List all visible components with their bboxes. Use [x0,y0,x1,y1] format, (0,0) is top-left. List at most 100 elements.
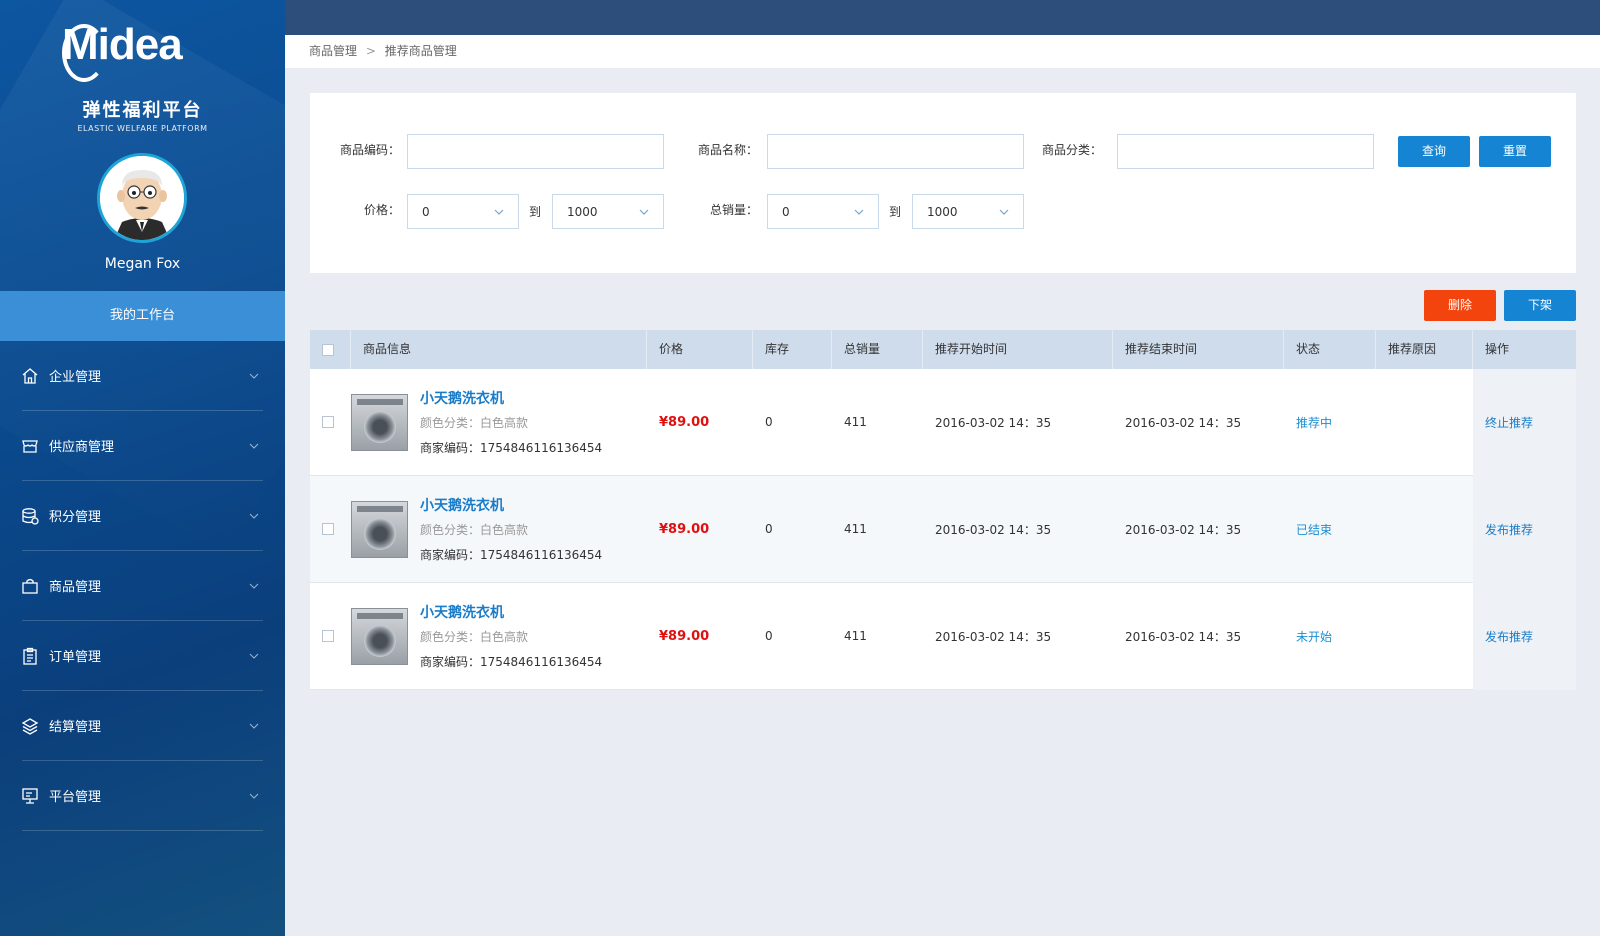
sidebar-item-products[interactable]: 商品管理 [22,551,263,621]
product-code-input[interactable] [407,134,664,169]
end-time-cell: 2016-03-02 14：35 [1125,629,1242,644]
reason-cell [1376,476,1473,583]
sidebar: Midea 弹性福利平台 ELASTIC WELFARE PLATFORM Me… [0,0,285,936]
header-price: 价格 [647,330,753,369]
chevron-down-icon [249,373,259,379]
chevron-down-icon [249,653,259,659]
operation-cell: 发布推荐 [1473,582,1576,690]
product-name-link[interactable]: 小天鹅洗衣机 [420,495,602,515]
start-time-cell: 2016-03-02 14：35 [935,522,1052,537]
sidebar-item-label: 结算管理 [49,720,102,735]
platform-subtitle: ELASTIC WELFARE PLATFORM [77,124,208,133]
stock-cell: 0 [765,522,773,536]
stock-cell: 0 [765,415,773,429]
product-category-input[interactable] [1117,134,1374,169]
chevron-down-icon [494,209,504,215]
row-checkbox-cell [310,369,351,476]
avatar-illustration [100,156,184,240]
reset-button[interactable]: 重置 [1479,136,1551,167]
header-stock: 库存 [753,330,832,369]
platform-name: 弹性福利平台 [82,100,203,121]
publish-recommend-link[interactable]: 发布推荐 [1485,521,1533,538]
product-category-label: 商品分类： [1041,143,1102,157]
price-min-select[interactable]: 0 [407,194,519,229]
header-end-time: 推荐结束时间 [1113,330,1284,369]
chevron-down-icon [249,583,259,589]
sidebar-workbench[interactable]: 我的工作台 [0,291,285,341]
status-badge: 未开始 [1296,629,1333,644]
home-icon [20,366,40,386]
row-checkbox[interactable] [322,416,334,428]
product-info-cell: 小天鹅洗衣机 颜色分类：白色高款 商家编码：1754846116136454 [351,583,647,690]
header-start-time: 推荐开始时间 [923,330,1113,369]
sidebar-item-orders[interactable]: 订单管理 [22,621,263,691]
sales-to-label: 到 [889,205,902,219]
price-cell: ¥89.00 [659,414,710,430]
sales-cell: 411 [844,522,867,536]
product-thumbnail[interactable] [351,500,408,558]
filter-panel: 商品编码： 商品名称： 商品分类： 查询 重置 价格： 0 到 1000 总销量… [310,93,1576,273]
sidebar-item-platform[interactable]: 平台管理 [22,761,263,831]
sales-min-value: 0 [782,204,790,219]
sales-min-select[interactable]: 0 [767,194,879,229]
product-name-link[interactable]: 小天鹅洗衣机 [420,388,602,408]
price-cell: ¥89.00 [659,521,710,537]
row-checkbox[interactable] [322,523,334,535]
publish-recommend-link[interactable]: 发布推荐 [1485,628,1533,645]
reason-cell [1376,583,1473,690]
header-sales: 总销量 [832,330,923,369]
select-all-checkbox[interactable] [322,343,334,356]
chevron-down-icon [854,209,864,215]
sidebar-item-label: 积分管理 [49,510,102,525]
offshelf-button[interactable]: 下架 [1504,290,1576,321]
table-row: 小天鹅洗衣机 颜色分类：白色高款 商家编码：1754846116136454 ¥… [310,475,1576,583]
product-info: 小天鹅洗衣机 颜色分类：白色高款 商家编码：1754846116136454 [420,388,602,456]
breadcrumb-separator: > [365,44,376,58]
header-reason: 推荐原因 [1376,330,1473,369]
chevron-down-icon [999,209,1009,215]
sidebar-item-label: 商品管理 [49,580,102,595]
sidebar-item-enterprise[interactable]: 企业管理 [22,341,263,411]
product-name-input[interactable] [767,134,1024,169]
chevron-down-icon [249,793,259,799]
header-operation: 操作 [1485,342,1510,356]
chevron-down-icon [249,443,259,449]
header-product-info: 商品信息 [351,330,647,369]
product-attribute: 颜色分类：白色高款 [420,416,529,430]
product-info-cell: 小天鹅洗衣机 颜色分类：白色高款 商家编码：1754846116136454 [351,476,647,583]
product-info: 小天鹅洗衣机 颜色分类：白色高款 商家编码：1754846116136454 [420,495,602,563]
breadcrumb-parent[interactable]: 商品管理 [309,44,357,58]
reason-cell [1376,369,1473,476]
product-name-label: 商品名称： [697,143,758,157]
header-checkbox-cell [310,330,351,369]
product-merchant-code: 商家编码：1754846116136454 [420,441,603,455]
price-to-label: 到 [529,205,542,219]
product-thumbnail[interactable] [351,393,408,451]
product-attribute: 颜色分类：白色高款 [420,523,529,537]
price-max-select[interactable]: 1000 [552,194,664,229]
price-label: 价格： [363,203,400,217]
product-thumbnail[interactable] [351,607,408,665]
avatar[interactable] [97,153,187,243]
sidebar-item-settlement[interactable]: 结算管理 [21,691,263,761]
query-button[interactable]: 查询 [1398,136,1470,167]
product-name-link[interactable]: 小天鹅洗衣机 [420,602,602,622]
product-info-cell: 小天鹅洗衣机 颜色分类：白色高款 商家编码：1754846116136454 [351,369,647,476]
status-badge: 已结束 [1296,522,1333,537]
chevron-down-icon [639,209,649,215]
username: Megan Fox [104,256,181,272]
store-icon [20,436,40,456]
row-checkbox-cell [310,476,351,583]
sidebar-item-supplier[interactable]: 供应商管理 [22,411,263,481]
sidebar-item-points[interactable]: 积分管理 [22,481,263,551]
stop-recommend-link[interactable]: 终止推荐 [1485,414,1533,431]
delete-button[interactable]: 删除 [1424,290,1496,321]
sales-label: 总销量： [709,203,758,217]
status-badge: 推荐中 [1296,415,1333,430]
row-checkbox-cell [310,583,351,690]
sales-max-select[interactable]: 1000 [912,194,1024,229]
row-checkbox[interactable] [322,630,334,642]
product-code-label: 商品编码： [339,143,400,157]
header-status: 状态 [1284,330,1376,369]
chevron-down-icon [249,513,259,519]
